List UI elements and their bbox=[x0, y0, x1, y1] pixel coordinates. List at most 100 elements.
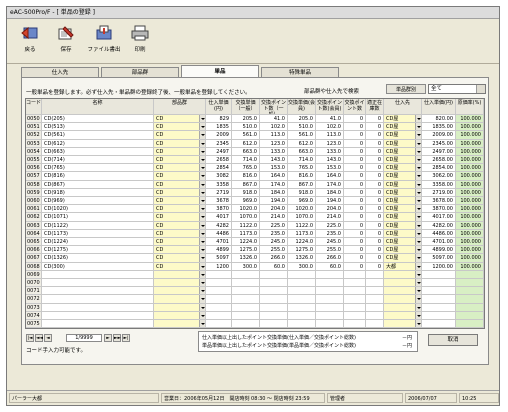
chevron-down-icon[interactable] bbox=[199, 115, 205, 123]
chevron-down-icon[interactable] bbox=[199, 246, 205, 254]
points-member-cell[interactable]: 113.0 bbox=[316, 131, 344, 140]
points-general-cell[interactable] bbox=[260, 303, 288, 312]
chevron-down-icon[interactable] bbox=[199, 229, 205, 237]
price-general-cell[interactable]: 918.0 bbox=[232, 188, 260, 197]
price-member-cell[interactable]: 1122.0 bbox=[288, 221, 316, 230]
cost-cell[interactable]: 2497 bbox=[206, 147, 232, 156]
price-member-cell[interactable]: 1326.0 bbox=[288, 254, 316, 263]
stock-cell[interactable] bbox=[366, 303, 384, 312]
chevron-down-icon[interactable] bbox=[199, 180, 205, 188]
chevron-down-icon[interactable] bbox=[199, 262, 205, 270]
price-general-cell[interactable]: 765.0 bbox=[232, 164, 260, 173]
name-cell[interactable]: CD(612) bbox=[42, 139, 154, 148]
stock-cell[interactable]: 0 bbox=[366, 197, 384, 206]
points-cell[interactable] bbox=[344, 320, 366, 328]
cost-cell[interactable]: 4282 bbox=[206, 221, 232, 230]
chevron-down-icon[interactable] bbox=[199, 270, 205, 278]
chevron-down-icon[interactable] bbox=[199, 287, 205, 295]
group-select[interactable]: CD bbox=[154, 139, 206, 148]
cost-cell[interactable]: 4701 bbox=[206, 238, 232, 247]
cancel-button[interactable]: 取消 bbox=[428, 334, 478, 346]
points-general-cell[interactable] bbox=[260, 270, 288, 279]
price-member-cell[interactable] bbox=[288, 270, 316, 279]
vendor-select[interactable]: CD屋 bbox=[384, 254, 422, 263]
prev-10-button[interactable]: ◄◄ bbox=[35, 334, 43, 342]
name-cell[interactable]: CD(1326) bbox=[42, 254, 154, 263]
points-member-cell[interactable]: 255.0 bbox=[316, 246, 344, 255]
chevron-down-icon[interactable] bbox=[199, 156, 205, 164]
price-general-cell[interactable] bbox=[232, 311, 260, 320]
stock-cell[interactable]: 0 bbox=[366, 221, 384, 230]
points-cell[interactable]: 0 bbox=[344, 262, 366, 271]
vendor-select[interactable]: CD屋 bbox=[384, 188, 422, 197]
stock-cell[interactable]: 0 bbox=[366, 188, 384, 197]
chevron-down-icon[interactable] bbox=[415, 123, 421, 131]
points-cell[interactable]: 0 bbox=[344, 213, 366, 222]
chevron-down-icon[interactable] bbox=[415, 229, 421, 237]
name-cell[interactable]: CD(561) bbox=[42, 131, 154, 140]
group-filter-button[interactable]: 単品群別 bbox=[386, 84, 426, 94]
points-general-cell[interactable]: 123.0 bbox=[260, 139, 288, 148]
vendor-select[interactable] bbox=[384, 270, 422, 279]
price-general-cell[interactable] bbox=[232, 287, 260, 296]
points-general-cell[interactable] bbox=[260, 295, 288, 304]
stock-cell[interactable]: 0 bbox=[366, 246, 384, 255]
points-member-cell[interactable]: 41.0 bbox=[316, 115, 344, 124]
price-member-cell[interactable]: 1173.0 bbox=[288, 229, 316, 238]
name-cell[interactable] bbox=[42, 287, 154, 296]
stock-cell[interactable]: 0 bbox=[366, 172, 384, 181]
points-member-cell[interactable]: 194.0 bbox=[316, 197, 344, 206]
points-member-cell[interactable]: 133.0 bbox=[316, 147, 344, 156]
price-member-cell[interactable] bbox=[288, 311, 316, 320]
cost-cell[interactable]: 3082 bbox=[206, 172, 232, 181]
points-general-cell[interactable]: 225.0 bbox=[260, 221, 288, 230]
price-general-cell[interactable]: 663.0 bbox=[232, 147, 260, 156]
name-cell[interactable] bbox=[42, 270, 154, 279]
price-member-cell[interactable]: 612.0 bbox=[288, 139, 316, 148]
vendor-select[interactable]: CD屋 bbox=[384, 246, 422, 255]
stock-cell[interactable] bbox=[366, 311, 384, 320]
first-page-button[interactable]: |◄ bbox=[26, 334, 34, 342]
price-general-cell[interactable] bbox=[232, 295, 260, 304]
chevron-down-icon[interactable] bbox=[199, 205, 205, 213]
cost-cell[interactable] bbox=[206, 320, 232, 328]
stock-cell[interactable]: 0 bbox=[366, 213, 384, 222]
price-member-cell[interactable]: 1275.0 bbox=[288, 246, 316, 255]
group-select[interactable]: CD bbox=[154, 246, 206, 255]
name-cell[interactable] bbox=[42, 295, 154, 304]
cost-cell[interactable] bbox=[206, 287, 232, 296]
points-general-cell[interactable]: 113.0 bbox=[260, 131, 288, 140]
points-cell[interactable] bbox=[344, 303, 366, 312]
chevron-down-icon[interactable] bbox=[199, 131, 205, 139]
chevron-down-icon[interactable] bbox=[415, 139, 421, 147]
points-member-cell[interactable]: 102.0 bbox=[316, 123, 344, 132]
name-cell[interactable]: CD(867) bbox=[42, 180, 154, 189]
price-member-cell[interactable] bbox=[288, 295, 316, 304]
name-cell[interactable]: CD(1122) bbox=[42, 221, 154, 230]
points-cell[interactable]: 0 bbox=[344, 147, 366, 156]
chevron-down-icon[interactable] bbox=[415, 287, 421, 295]
vendor-select[interactable]: CD屋 bbox=[384, 197, 422, 206]
save-button[interactable]: 保存 bbox=[49, 23, 83, 59]
chevron-down-icon[interactable] bbox=[199, 139, 205, 147]
price-general-cell[interactable]: 300.0 bbox=[232, 262, 260, 271]
chevron-down-icon[interactable] bbox=[415, 254, 421, 262]
points-cell[interactable] bbox=[344, 311, 366, 320]
points-member-cell[interactable] bbox=[316, 303, 344, 312]
points-cell[interactable]: 0 bbox=[344, 139, 366, 148]
group-select[interactable]: CD bbox=[154, 229, 206, 238]
vendor-select[interactable] bbox=[384, 320, 422, 328]
chevron-down-icon[interactable] bbox=[199, 164, 205, 172]
price-member-cell[interactable]: 663.0 bbox=[288, 147, 316, 156]
name-cell[interactable]: CD(300) bbox=[42, 262, 154, 271]
chevron-down-icon[interactable] bbox=[476, 85, 485, 93]
chevron-down-icon[interactable] bbox=[415, 147, 421, 155]
cost-cell[interactable]: 4017 bbox=[206, 213, 232, 222]
points-member-cell[interactable]: 153.0 bbox=[316, 164, 344, 173]
price-member-cell[interactable]: 510.0 bbox=[288, 123, 316, 132]
points-cell[interactable] bbox=[344, 295, 366, 304]
filter-select[interactable]: 全て bbox=[428, 84, 486, 94]
points-cell[interactable]: 0 bbox=[344, 164, 366, 173]
name-cell[interactable]: CD(714) bbox=[42, 156, 154, 165]
vendor-select[interactable] bbox=[384, 311, 422, 320]
